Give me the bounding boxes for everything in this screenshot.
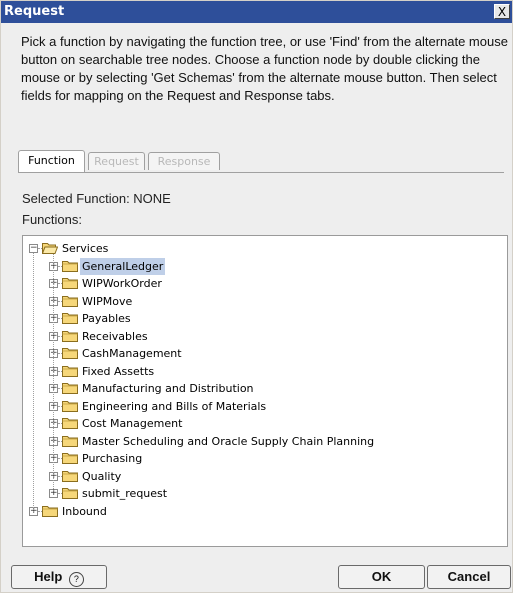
tree-node-label: CashManagement <box>82 347 182 360</box>
tree-node-label: Engineering and Bills of Materials <box>82 399 267 413</box>
instructions-text: Pick a function by navigating the functi… <box>21 34 508 103</box>
tree-node[interactable]: + WIPWorkOrder <box>23 275 503 292</box>
function-tree[interactable]: − Services + GeneralLedger + WIPWorkOrder + WIP… <box>22 235 508 547</box>
tree-node-label: Manufacturing and Distribution <box>82 382 254 395</box>
tree-node[interactable]: + Master Scheduling and Oracle Supply Cha… <box>23 433 503 450</box>
tree-node[interactable]: + GeneralLedger <box>23 257 503 275</box>
functions-label: Functions: <box>22 212 82 227</box>
selected-function-label: Selected Function: NONE <box>22 191 171 206</box>
folder-icon <box>62 487 78 499</box>
folder-icon <box>62 435 78 447</box>
folder-icon <box>62 277 78 289</box>
tree-connector <box>33 253 34 512</box>
tree-node[interactable]: + Receivables <box>23 328 503 345</box>
folder-icon <box>62 365 78 377</box>
cancel-button[interactable]: Cancel <box>427 565 511 589</box>
tree-node-label: Quality <box>82 469 122 483</box>
request-dialog: Request X Pick a function by navigating … <box>0 0 513 593</box>
tree-node[interactable]: + Engineering and Bills of Materials <box>23 398 503 415</box>
folder-icon <box>62 452 78 464</box>
folder-icon <box>62 400 78 412</box>
folder-icon <box>62 417 78 429</box>
folder-icon <box>62 312 78 324</box>
circled-question-icon: ? <box>68 572 84 587</box>
help-label: Help <box>34 569 63 584</box>
tree-node[interactable]: + Manufacturing and Distribution <box>23 380 503 397</box>
tree-node-label: Cost Management <box>82 417 183 430</box>
minus-expander-icon[interactable]: − <box>29 244 38 253</box>
tab-request[interactable]: Request <box>88 152 145 170</box>
help-button[interactable]: Help ? <box>11 565 107 589</box>
tree-node-label: WIPWorkOrder <box>82 277 162 290</box>
tree-node-label: submit_request <box>82 487 168 500</box>
folder-icon <box>62 382 78 394</box>
tree-connector <box>53 254 54 491</box>
tree-node-label: Master Scheduling and Oracle Supply Chai… <box>82 434 375 448</box>
folder-icon <box>62 260 78 272</box>
tree-node[interactable]: + Purchasing <box>23 450 503 467</box>
tree-node[interactable]: + Payables <box>23 310 503 327</box>
tree-node-label: Receivables <box>82 329 148 343</box>
ok-button[interactable]: OK <box>338 565 425 589</box>
folder-icon <box>62 347 78 359</box>
folder-icon <box>62 470 78 482</box>
tab-response[interactable]: Response <box>148 152 220 170</box>
tab-divider <box>18 172 504 173</box>
tree-node-label: Purchasing <box>82 452 143 465</box>
tree-node-label: WIPMove <box>82 294 133 308</box>
tree-node-label: Inbound <box>62 504 107 518</box>
folder-icon <box>42 505 58 517</box>
window-title: Request <box>4 4 65 19</box>
folder-icon <box>62 295 78 307</box>
folder-icon <box>62 330 78 342</box>
tree-node-inbound[interactable]: + Inbound <box>23 503 503 520</box>
tree-node-label: Payables <box>82 312 131 325</box>
title-bar[interactable]: Request X <box>1 1 512 23</box>
tree-node[interactable]: + submit_request <box>23 485 503 502</box>
tree-node[interactable]: + CashManagement <box>23 345 503 362</box>
open-folder-icon <box>41 242 59 254</box>
tree-node[interactable]: + Quality <box>23 468 503 485</box>
tree-node-label: Fixed Assetts <box>82 364 155 378</box>
tab-function[interactable]: Function <box>18 150 85 172</box>
tree-node-services[interactable]: − Services <box>23 240 503 257</box>
tree-node-label: Services <box>62 242 109 255</box>
tree-node[interactable]: + WIPMove <box>23 293 503 310</box>
close-button[interactable]: X <box>494 4 510 19</box>
tree-node[interactable]: + Cost Management <box>23 415 503 432</box>
tree-node[interactable]: + Fixed Assetts <box>23 363 503 380</box>
tree-node-label: GeneralLedger <box>80 257 166 275</box>
